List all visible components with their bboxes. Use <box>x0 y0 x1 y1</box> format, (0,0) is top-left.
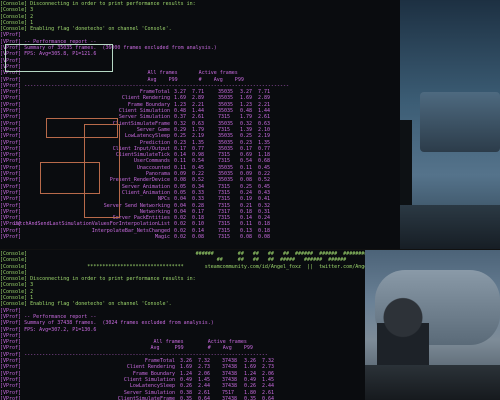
perf-row-value: 0.35 <box>244 395 257 400</box>
console-line-text: 3 <box>27 282 34 289</box>
console-output: [Console] ###### ## ## ## ## ###### ####… <box>0 251 365 358</box>
perf-row-value: 0.08 <box>240 233 253 240</box>
perf-table: [VProf] FrameTotal 3.26 7.32 37438 3.26 7.32 [V… <box>0 358 365 400</box>
console-line-tag: [Console] <box>0 301 28 308</box>
perf-row-value: 0.64 <box>198 395 211 400</box>
console-line-text: 2 <box>27 288 34 295</box>
console-line-text: ###### ## ## ## ## ###### ###### #######… <box>27 251 365 257</box>
console-line-text: 2 <box>27 13 34 20</box>
console-line-tag: [Console] <box>0 288 28 295</box>
console-line-text <box>27 270 30 276</box>
console-line-text: -- Performance report -- <box>21 313 97 320</box>
console-line-tag: [VProf] <box>0 332 22 339</box>
fps-highlight-box <box>5 44 113 72</box>
console-line-tag: [Console] <box>0 1 28 7</box>
console-line-tag: [Console] <box>0 13 28 20</box>
console-line-text: All frames Active frames <box>21 339 247 346</box>
console-line-tag: [Console] <box>0 26 28 33</box>
perf-row-value: 37438 <box>222 395 238 400</box>
console-line-tag: [Console] <box>0 269 28 276</box>
console-line-tag: [VProf] <box>0 307 22 314</box>
console-line-tag: [VProf] <box>0 320 22 327</box>
console-line-text: ## ## ## ## ##### ###### ###### <box>27 257 347 264</box>
perf-table-row: [VProf] Magic 0.02 0.08 7315 0.08 0.08 <box>0 234 400 240</box>
console-line-tag: [Console] <box>0 282 28 289</box>
console-line-tag: [Console] <box>0 7 28 14</box>
console-line-text: Avg P99 # Avg P99 <box>21 345 253 352</box>
console-line-tag: [VProf] <box>0 82 22 89</box>
perf-row-label: Magic <box>154 233 170 240</box>
console-line-text: 1 <box>27 19 34 26</box>
console-line-tag: [VProf] <box>0 345 22 352</box>
developer-console[interactable]: [Console] ###### ## ## ## ## ###### ####… <box>0 250 365 400</box>
console-line-text: Disconnecting in order to print performa… <box>27 1 196 7</box>
perf-row-value: 0.64 <box>262 395 275 400</box>
console-line-tag: [VProf] <box>0 32 22 39</box>
bottom-screenshot: [Console] ###### ## ## ## ## ###### ####… <box>0 250 500 400</box>
console-line-tag: [VProf] <box>0 339 22 346</box>
perf-row-value: 0.08 <box>258 233 271 240</box>
annotation-box <box>40 162 100 194</box>
train-car-shape <box>420 92 500 152</box>
perf-row-value: 0.35 <box>180 395 193 400</box>
perf-table-row: [VProf] ClientSimulateFrame 0.35 0.64 37438 0… <box>0 396 365 400</box>
perf-row-value: 0.02 <box>174 233 187 240</box>
console-line-tag: [Console] <box>0 251 28 257</box>
console-line-tag: [VProf] <box>0 313 22 320</box>
console-line-text: 1 <box>27 295 34 302</box>
console-line-text: Summary of 37438 frames. (3024 frames ex… <box>21 320 214 327</box>
console-line-text: 3 <box>27 7 34 14</box>
console-line-text: Enabling flag 'donetecho' on channel 'Co… <box>27 301 172 308</box>
console-line-tag: [VProf] <box>0 326 22 333</box>
console-line-tag: [Console] <box>0 19 28 26</box>
console-line-text: ----------------------------------------… <box>21 351 268 358</box>
console-line-text: ----------------------------------------… <box>21 82 289 89</box>
console-line-text <box>21 32 24 38</box>
console-line-tag: [Console] <box>0 257 28 264</box>
perf-row-value: 0.08 <box>192 233 205 240</box>
console-line-text: Enabling flag 'donetecho' on channel 'Co… <box>27 26 172 33</box>
console-line-tag: [Console] <box>0 295 28 302</box>
perf-row-label: ClientSimulateFrame <box>117 395 175 400</box>
console-line-tag: [Console] <box>0 276 28 283</box>
console-line-text: ******************************** steamco… <box>87 263 365 270</box>
console-line-text <box>21 333 24 339</box>
ground-shape <box>400 205 500 250</box>
console-line: [Console] ******************************… <box>0 264 365 270</box>
console-line-tag: [VProf] <box>0 233 22 240</box>
game-scene-background <box>400 0 500 250</box>
game-scene-background <box>365 250 500 400</box>
console-line-text <box>21 308 24 314</box>
ground-shape <box>365 365 500 400</box>
console-line-text: FPS: Avg=307.2, P1=130.6 <box>21 326 97 333</box>
console-line-tag: [VProf] <box>0 395 22 400</box>
perf-row-value: 7315 <box>218 233 231 240</box>
top-screenshot: [Console] Disconnecting in order to prin… <box>0 0 500 250</box>
console-line-text: Avg P99 # Avg P99 <box>21 76 244 83</box>
console-line-tag: [VProf] <box>0 76 22 83</box>
console-line-text: Disconnecting in order to print performa… <box>27 276 196 283</box>
console-line-tag: [Console] <box>0 263 28 270</box>
console-line-tag: [VProf] <box>0 351 22 358</box>
